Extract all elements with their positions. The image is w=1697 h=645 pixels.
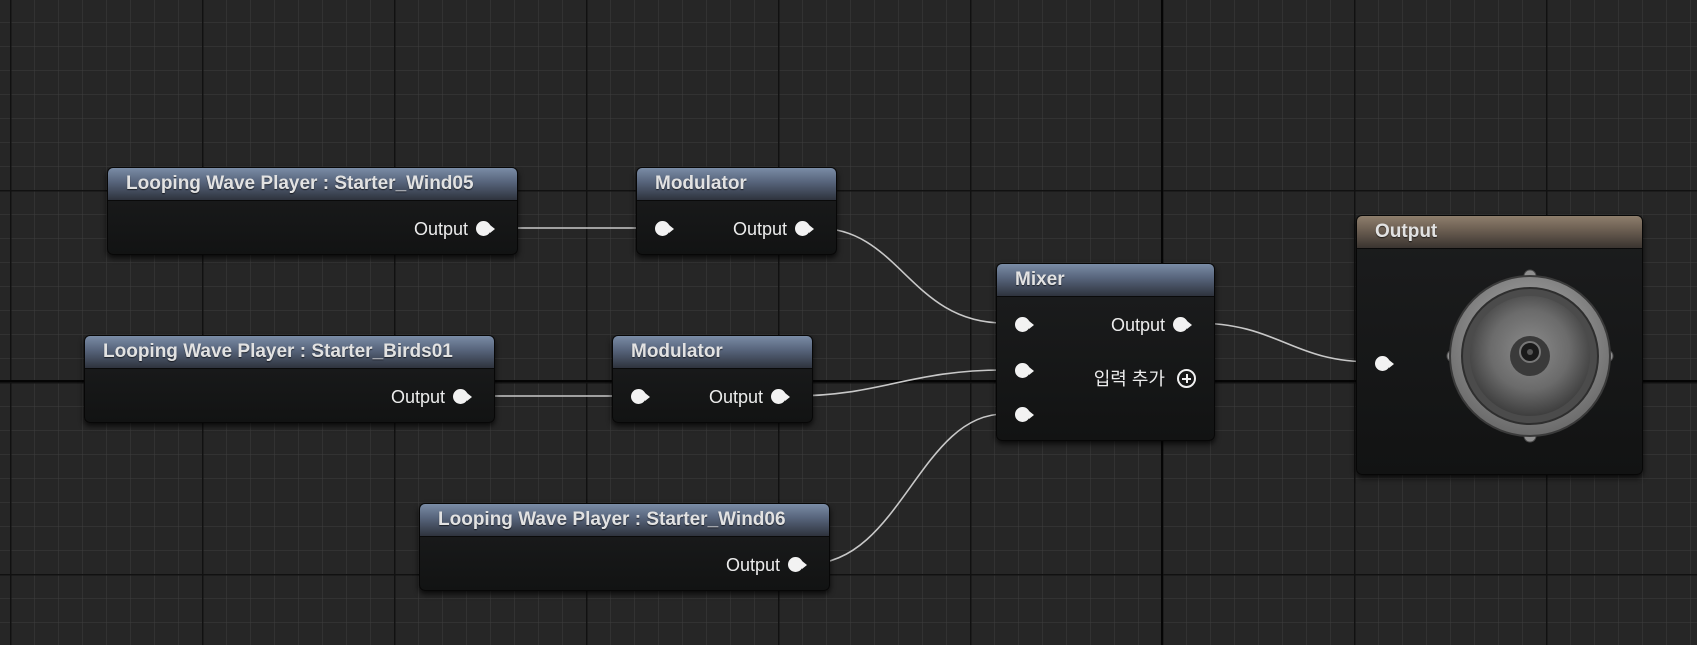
output-pin-icon[interactable] [476, 221, 495, 237]
add-input-label[interactable]: 입력 추가 [1094, 368, 1165, 390]
output-pin-icon[interactable] [453, 389, 472, 405]
wire-wind06-to-mixer [807, 413, 1005, 565]
node-title: Looping Wave Player : Starter_Birds01 [85, 336, 494, 369]
node-wave-player-birds01[interactable]: Looping Wave Player : Starter_Birds01 Ou… [84, 335, 495, 423]
node-modulator-2[interactable]: Modulator Output [612, 335, 813, 423]
add-input-icon[interactable] [1177, 369, 1196, 388]
output-pin-label: Output [708, 387, 763, 407]
node-title: Mixer [997, 264, 1214, 297]
wire-modulator1-to-mixer [816, 227, 1005, 324]
node-title: Modulator [613, 336, 812, 369]
output-pin-icon[interactable] [795, 221, 814, 237]
input-pin-icon[interactable] [655, 221, 674, 237]
output-pin-label: Output [725, 555, 780, 575]
node-modulator-1[interactable]: Modulator Output [636, 167, 837, 255]
input-pin-2-icon[interactable] [1015, 363, 1034, 379]
input-pin-1-icon[interactable] [1015, 317, 1034, 333]
output-pin-label: Output [413, 219, 468, 239]
output-pin-icon[interactable] [788, 557, 807, 573]
node-title: Looping Wave Player : Starter_Wind05 [108, 168, 517, 201]
wire-modulator2-to-mixer [792, 369, 1005, 397]
node-title: Output [1357, 216, 1642, 249]
output-pin-label: Output [1110, 315, 1165, 335]
output-pin-icon[interactable] [771, 389, 790, 405]
input-pin-3-icon[interactable] [1015, 407, 1034, 423]
node-output[interactable]: Output [1356, 215, 1643, 475]
input-pin-icon[interactable] [631, 389, 650, 405]
input-pin-icon[interactable] [1375, 356, 1394, 372]
output-pin-icon[interactable] [1173, 317, 1192, 333]
output-pin-label: Output [390, 387, 445, 407]
wire-mixer-to-output [1193, 322, 1374, 363]
output-pin-label: Output [732, 219, 787, 239]
node-title: Looping Wave Player : Starter_Wind06 [420, 504, 829, 537]
node-wave-player-wind05[interactable]: Looping Wave Player : Starter_Wind05 Out… [107, 167, 518, 255]
node-title: Modulator [637, 168, 836, 201]
speaker-icon [1446, 269, 1614, 443]
node-wave-player-wind06[interactable]: Looping Wave Player : Starter_Wind06 Out… [419, 503, 830, 591]
node-mixer[interactable]: Mixer Output 입력 추가 [996, 263, 1215, 441]
